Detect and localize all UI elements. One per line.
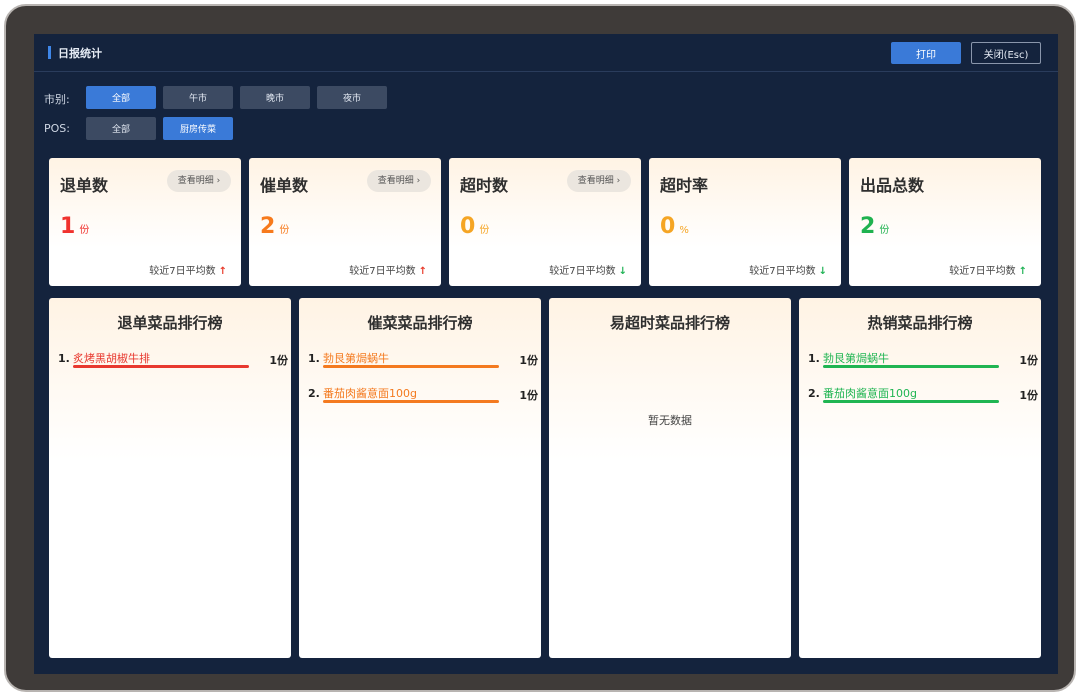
stat-number: 2 [260,214,276,239]
dish-count: 1份 [269,354,288,367]
stat-unit: 份 [79,225,90,236]
pos-option-all[interactable]: 全部 [86,117,156,140]
stat-value: 0份 [460,214,489,239]
stat-value: 2份 [860,214,889,239]
stat-unit: 份 [279,225,290,236]
stat-compare: 较近7日平均数 ↑ [349,262,427,277]
stat-number: 1 [60,214,76,239]
view-detail-label: 查看明细 [177,176,214,186]
arrow-up-icon: ↑ [1018,266,1027,277]
title-accent [48,46,51,59]
stat-value: 2份 [260,214,289,239]
ranking-panel-refund: 退单菜品排行榜 1. 炙烤黑胡椒牛排 1份 [49,298,291,658]
compare-label: 较近7日平均数 [949,266,1016,277]
dish-name: 炙烤黑胡椒牛排 [73,352,150,365]
stat-card-timeout: 超时数 查看明细 › 0 份较近7日平均数 ↓ [449,158,641,286]
pos-option-kitchen[interactable]: 厨房传菜 [163,117,233,140]
stat-card-output-total: 出品总数 2 份较近7日平均数 ↑ [849,158,1041,286]
view-detail-label: 查看明细 [377,176,414,186]
chevron-right-icon: › [413,176,421,186]
market-option-lunch[interactable]: 午市 [163,86,233,109]
view-detail-button[interactable]: 查看明细 › [367,170,431,192]
rank-bar [323,400,499,403]
device-frame: 日报统计 打印 关闭(Esc) 市别: 全部 午市 晚市 夜市 POS: 全部 … [4,4,1076,692]
report-screen: 日报统计 打印 关闭(Esc) 市别: 全部 午市 晚市 夜市 POS: 全部 … [34,34,1058,674]
compare-label: 较近7日平均数 [749,266,816,277]
ranking-item[interactable]: 2. 番茄肉酱意面100g 1份 [308,387,538,411]
arrow-down-icon: ↓ [618,266,627,277]
dish-count: 1份 [519,389,538,402]
stat-number: 0 [460,214,476,239]
arrow-up-icon: ↑ [218,266,227,277]
stat-number: 0 [660,214,676,239]
stat-card-refund: 退单数 查看明细 › 1 份较近7日平均数 ↑ [49,158,241,286]
stat-number: 2 [860,214,876,239]
rank-number: 2. [808,387,820,400]
stat-title: 出品总数 [860,176,925,195]
stat-value: 0% [660,214,689,239]
ranking-panel-bestseller: 热销菜品排行榜 1. 勃艮第焗蜗牛 1份 2. 番茄肉酱意面100g 1份 [799,298,1041,658]
ranking-title: 易超时菜品排行榜 [609,314,730,332]
close-button[interactable]: 关闭(Esc) [971,42,1041,64]
stat-compare: 较近7日平均数 ↓ [749,262,827,277]
rank-bar [823,365,999,368]
ranking-panel-timeout-prone: 易超时菜品排行榜暂无数据 [549,298,791,658]
header: 日报统计 打印 关闭(Esc) [34,34,1058,72]
ranking-title: 催菜菜品排行榜 [367,314,473,332]
view-detail-button[interactable]: 查看明细 › [167,170,231,192]
stat-title: 催单数 [260,176,309,195]
dish-count: 1份 [519,354,538,367]
dish-name: 勃艮第焗蜗牛 [823,352,889,365]
market-option-dinner[interactable]: 晚市 [240,86,310,109]
rank-number: 1. [808,352,820,365]
stat-compare: 较近7日平均数 ↑ [949,262,1027,277]
ranking-title: 热销菜品排行榜 [867,314,973,332]
view-detail-label: 查看明细 [577,176,614,186]
chevron-right-icon: › [213,176,221,186]
pos-filter-label: POS: [44,122,70,135]
ranking-panel-urge: 催菜菜品排行榜 1. 勃艮第焗蜗牛 1份 2. 番茄肉酱意面100g 1份 [299,298,541,658]
ranking-item[interactable]: 2. 番茄肉酱意面100g 1份 [808,387,1038,411]
stat-compare: 较近7日平均数 ↓ [549,262,627,277]
rank-number: 2. [308,387,320,400]
rank-bar [823,400,999,403]
view-detail-button[interactable]: 查看明细 › [567,170,631,192]
dish-name: 勃艮第焗蜗牛 [323,352,389,365]
arrow-down-icon: ↓ [818,266,827,277]
stat-title: 超时率 [660,176,709,195]
stat-title: 退单数 [60,176,109,195]
market-filter-label: 市别: [44,93,70,106]
market-option-night[interactable]: 夜市 [317,86,387,109]
empty-state: 暂无数据 [648,414,692,427]
arrow-up-icon: ↑ [418,266,427,277]
chevron-right-icon: › [613,176,621,186]
dish-name: 番茄肉酱意面100g [323,387,417,400]
stat-compare: 较近7日平均数 ↑ [149,262,227,277]
rank-number: 1. [58,352,70,365]
compare-label: 较近7日平均数 [349,266,416,277]
dish-count: 1份 [1019,354,1038,367]
stat-unit: % [679,225,689,236]
compare-label: 较近7日平均数 [549,266,616,277]
dish-name: 番茄肉酱意面100g [823,387,917,400]
page-title: 日报统计 [58,47,102,60]
stat-title: 超时数 [460,176,509,195]
compare-label: 较近7日平均数 [149,266,216,277]
stat-unit: 份 [479,225,490,236]
dish-count: 1份 [1019,389,1038,402]
ranking-item[interactable]: 1. 炙烤黑胡椒牛排 1份 [58,352,288,376]
stat-card-timeout-rate: 超时率 0% 较近7日平均数 ↓ [649,158,841,286]
print-button[interactable]: 打印 [891,42,961,64]
rank-number: 1. [308,352,320,365]
rank-bar [323,365,499,368]
stat-card-urge: 催单数 查看明细 › 2 份较近7日平均数 ↑ [249,158,441,286]
ranking-title: 退单菜品排行榜 [117,314,223,332]
stat-unit: 份 [879,225,890,236]
rank-bar [73,365,249,368]
ranking-item[interactable]: 1. 勃艮第焗蜗牛 1份 [308,352,538,376]
market-option-all[interactable]: 全部 [86,86,156,109]
stat-value: 1份 [60,214,89,239]
ranking-item[interactable]: 1. 勃艮第焗蜗牛 1份 [808,352,1038,376]
